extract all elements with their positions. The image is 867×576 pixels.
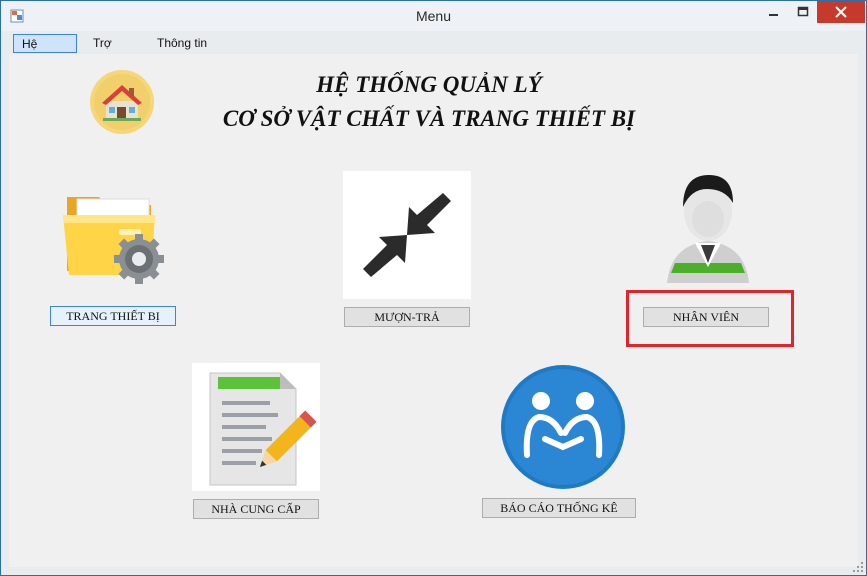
report-button[interactable]: BÁO CÁO THỐNG KÊ bbox=[482, 498, 636, 518]
staff-person-icon[interactable] bbox=[661, 167, 755, 287]
equipment-button[interactable]: TRANG THIẾT BỊ bbox=[50, 306, 176, 326]
minimize-button[interactable] bbox=[759, 1, 789, 23]
supplier-button[interactable]: NHÀ CUNG CẤP bbox=[193, 499, 319, 519]
folder-gear-icon[interactable] bbox=[59, 179, 169, 289]
close-icon bbox=[835, 6, 847, 18]
client-area: HỆ THỐNG QUẢN LÝ CƠ SỞ VẬT CHẤT VÀ TRANG… bbox=[9, 54, 858, 567]
main-window: Menu Hệ thống Trợ giúp Thông tin HỆ THỐ bbox=[0, 0, 867, 576]
house-logo-icon bbox=[90, 70, 154, 134]
menu-tro-giup[interactable]: Trợ giúp bbox=[85, 34, 145, 69]
maximize-button[interactable] bbox=[789, 1, 817, 23]
borrow-return-button[interactable]: MƯỢN-TRẢ bbox=[344, 307, 470, 327]
title-bar[interactable]: Menu bbox=[1, 1, 866, 31]
menu-bar: Hệ thống Trợ giúp Thông tin bbox=[9, 32, 858, 70]
supplier-image[interactable] bbox=[192, 363, 320, 491]
notepad-pencil-icon bbox=[209, 372, 317, 486]
highlight-box bbox=[626, 290, 794, 347]
borrow-return-image[interactable] bbox=[343, 171, 471, 299]
arrows-inward-icon bbox=[363, 193, 451, 277]
menu-he-thong[interactable]: Hệ thống bbox=[13, 34, 77, 70]
maximize-icon bbox=[797, 6, 809, 17]
resize-grip-icon[interactable] bbox=[852, 561, 864, 573]
menu-thong-tin[interactable]: Thông tin bbox=[149, 34, 219, 53]
header-title-line2: CƠ SỞ VẬT CHẤT VÀ TRANG THIẾT BỊ bbox=[222, 106, 636, 131]
close-button[interactable] bbox=[817, 1, 865, 23]
handshake-icon[interactable] bbox=[499, 363, 627, 491]
minimize-icon bbox=[769, 14, 778, 16]
window-title: Menu bbox=[415, 8, 452, 24]
header-title-line1: HỆ THỐNG QUẢN LÝ bbox=[316, 72, 542, 97]
